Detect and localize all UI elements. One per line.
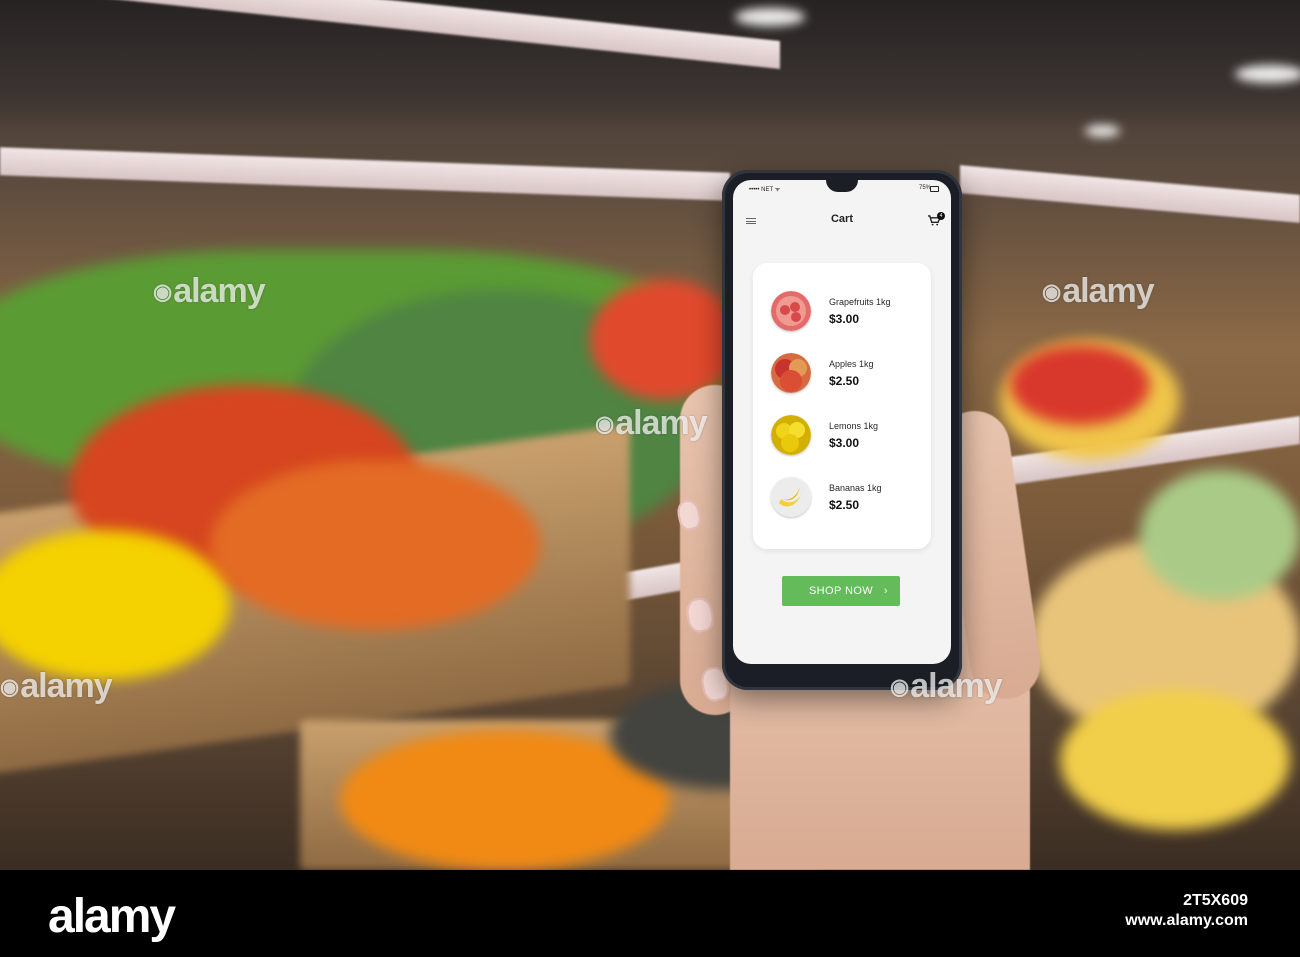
cart-item[interactable]: Lemons 1kg $3.00 (771, 412, 921, 457)
item-price: $2.50 (829, 373, 860, 388)
watermark-mark: ◉ (890, 674, 909, 699)
red-tomatoes-right (1010, 345, 1150, 425)
page-title: Cart (830, 213, 853, 225)
watermark-mark: ◉ (0, 674, 19, 699)
cart-item[interactable]: Apples 1kg $2.50 (771, 350, 921, 395)
footer-bar: alamy 2T5X609 www.alamy.com (0, 870, 1300, 957)
peppers (590, 280, 740, 400)
watermark-mark: ◉ (1042, 279, 1061, 304)
ceiling-light (735, 8, 805, 26)
cart-item[interactable]: Grapefruits 1kg $3.00 (771, 288, 921, 333)
item-price: $3.00 (829, 311, 860, 326)
apples-icon (771, 352, 811, 393)
shelf-label-strip (0, 147, 730, 201)
watermark: ◉alamy (890, 667, 1003, 706)
shelf-label-strip (960, 165, 1300, 223)
watermark: ◉alamy (595, 404, 708, 443)
camera-notch (826, 180, 858, 192)
watermark-text: alamy (1062, 272, 1154, 310)
lemons-icon (771, 414, 811, 455)
watermark: ◉alamy (153, 272, 266, 311)
watermark: ◉alamy (1042, 272, 1155, 311)
item-price: $2.50 (829, 497, 860, 512)
watermark-text: alamy (615, 404, 707, 442)
yellow-produce (1060, 690, 1290, 830)
watermark-text: alamy (910, 667, 1002, 705)
watermark-mark: ◉ (595, 411, 614, 436)
item-name: Apples 1kg (829, 358, 874, 369)
bananas-icon (771, 476, 811, 517)
ceiling-light (1085, 125, 1120, 137)
chevron-right-icon: › (883, 585, 888, 597)
item-price: $3.00 (829, 435, 860, 450)
ceiling-light (1235, 65, 1300, 83)
shop-now-label: SHOP NOW (808, 585, 874, 597)
watermark: ◉alamy (0, 667, 113, 706)
image-id: 2T5X609 (1183, 892, 1248, 909)
greens-right (1140, 470, 1300, 600)
cart-item[interactable]: Bananas 1kg $2.50 (771, 474, 921, 519)
ceiling (0, 0, 1300, 130)
alamy-logo: alamy (48, 890, 176, 943)
grapefruit-icon (771, 290, 811, 331)
tomatoes (210, 460, 540, 630)
cart-badge: 4 (937, 212, 945, 220)
battery-icon (930, 186, 939, 192)
item-name: Grapefruits 1kg (829, 296, 891, 307)
shop-now-button[interactable]: SHOP NOW › (782, 576, 900, 606)
item-name: Bananas 1kg (829, 482, 882, 493)
shopping-app-screen: ••••• NET ᯤ 75% Cart 4 Grapefruits 1kg $… (733, 180, 951, 664)
cart-list-card: Grapefruits 1kg $3.00 Apples 1kg $2.50 L… (753, 263, 931, 549)
item-name: Lemons 1kg (829, 420, 879, 431)
store-background: ••••• NET ᯤ 75% Cart 4 Grapefruits 1kg $… (0, 0, 1300, 870)
site-url: www.alamy.com (1125, 912, 1248, 929)
watermark-mark: ◉ (153, 279, 172, 304)
watermark-text: alamy (173, 272, 265, 310)
status-carrier: ••••• NET ᯤ (749, 187, 781, 193)
watermark-text: alamy (20, 667, 112, 705)
